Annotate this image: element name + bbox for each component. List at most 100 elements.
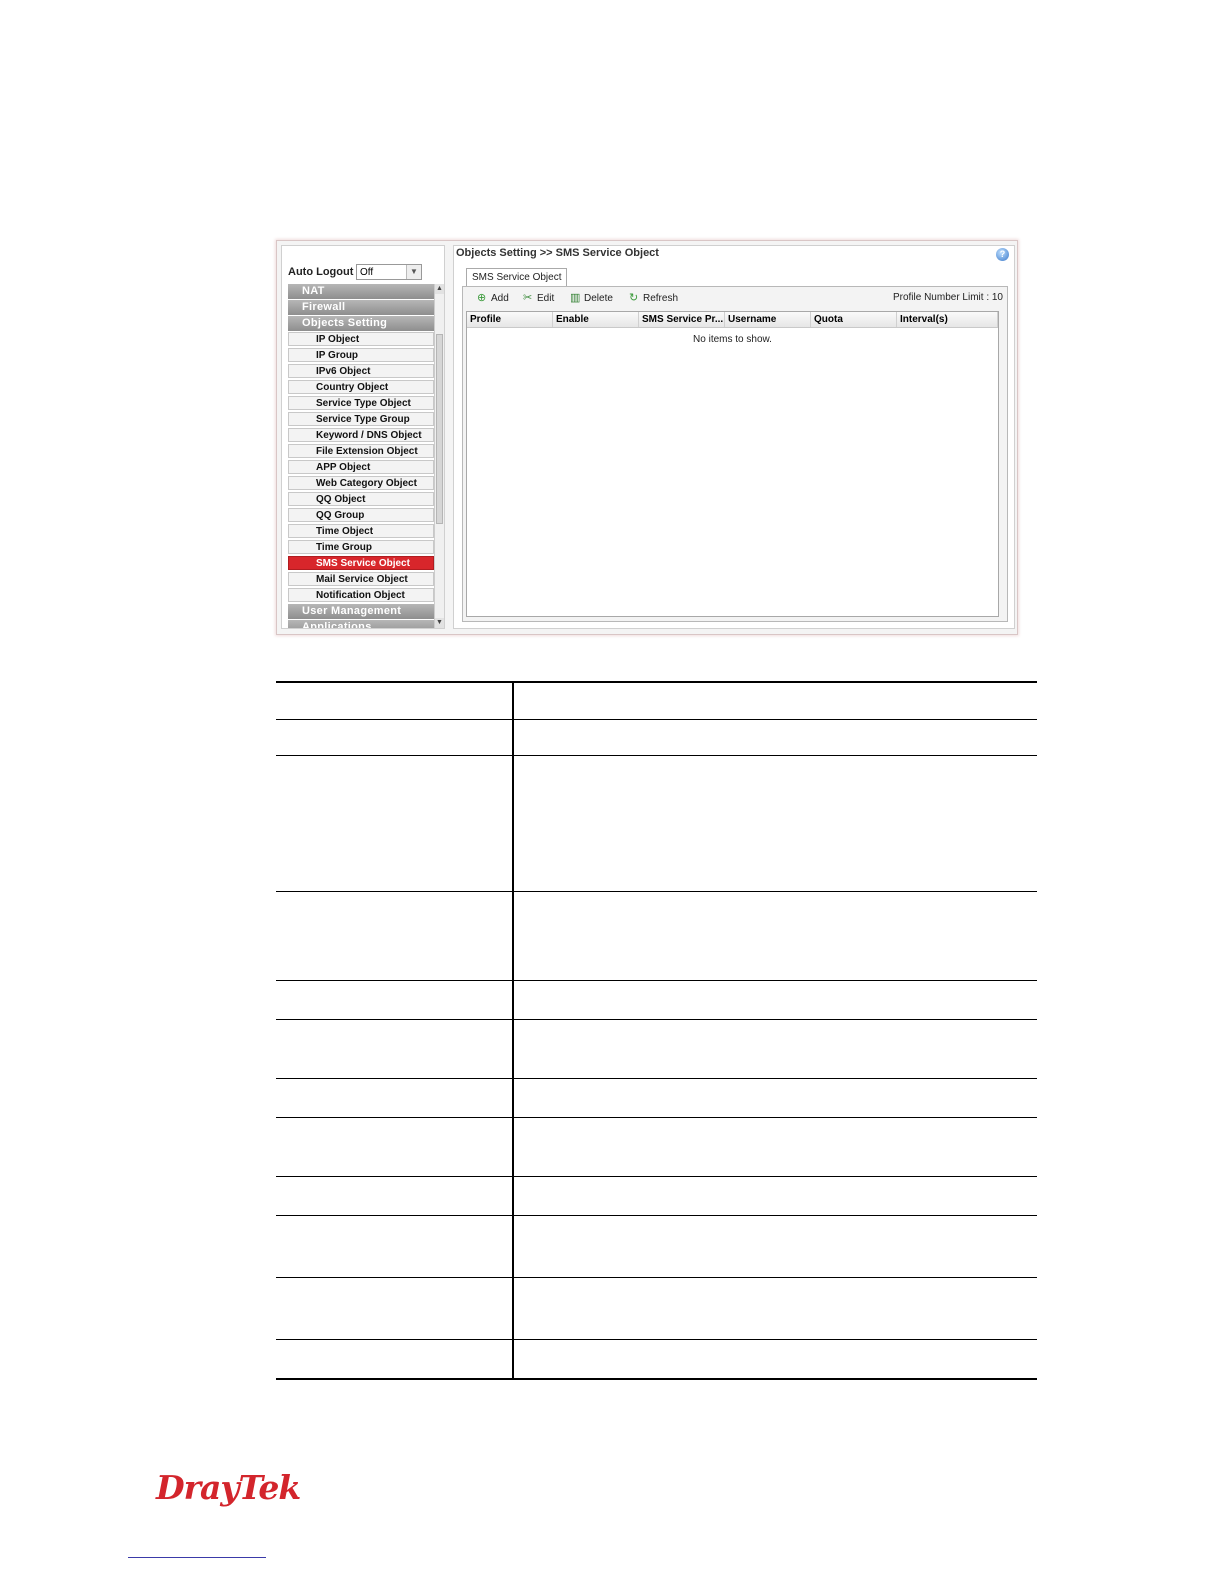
profile-table: Profile Enable SMS Service Pr... Usernam… bbox=[466, 311, 999, 617]
table-cell bbox=[514, 720, 1037, 755]
profile-limit-text: Profile Number Limit : 10 bbox=[892, 292, 1003, 303]
refresh-icon: ↻ bbox=[629, 292, 639, 304]
sidebar-item-file-extension-object[interactable]: File Extension Object bbox=[288, 444, 434, 458]
toolbar: ⊕ Add ✂ Edit ▥ Delete ↻ Refresh Profile … bbox=[463, 287, 1007, 311]
column-header-username[interactable]: Username bbox=[725, 312, 811, 327]
table-header: Profile Enable SMS Service Pr... Usernam… bbox=[467, 312, 998, 328]
table-cell bbox=[514, 1216, 1037, 1277]
sidebar-category-objects-setting[interactable]: Objects Setting bbox=[288, 316, 434, 331]
breadcrumb: Objects Setting >> SMS Service Object bbox=[456, 247, 659, 259]
tab-content: ⊕ Add ✂ Edit ▥ Delete ↻ Refresh Profile … bbox=[462, 286, 1008, 622]
table-row bbox=[276, 1118, 1037, 1177]
table-cell bbox=[276, 720, 514, 755]
sidebar-item-mail-service-object[interactable]: Mail Service Object bbox=[288, 572, 434, 586]
column-header-sms-service-provider[interactable]: SMS Service Pr... bbox=[639, 312, 725, 327]
sidebar-item-ip-group[interactable]: IP Group bbox=[288, 348, 434, 362]
table-cell bbox=[514, 1177, 1037, 1215]
table-cell bbox=[514, 1340, 1037, 1378]
auto-logout-select[interactable]: Off ▼ bbox=[356, 264, 422, 280]
table-row bbox=[276, 756, 1037, 892]
table-row bbox=[276, 1177, 1037, 1216]
table-row bbox=[276, 1340, 1037, 1378]
sidebar-item-ipv6-object[interactable]: IPv6 Object bbox=[288, 364, 434, 378]
refresh-button[interactable]: ↻ Refresh bbox=[629, 292, 679, 305]
sidebar-category-applications[interactable]: Applications bbox=[288, 620, 434, 628]
table-cell bbox=[514, 981, 1037, 1019]
table-cell bbox=[276, 1118, 514, 1176]
table-row bbox=[276, 1216, 1037, 1278]
table-row bbox=[276, 1020, 1037, 1079]
auto-logout-label: Auto Logout : bbox=[288, 266, 361, 278]
sidebar-item-time-group[interactable]: Time Group bbox=[288, 540, 434, 554]
sidebar-item-time-object[interactable]: Time Object bbox=[288, 524, 434, 538]
description-table bbox=[276, 681, 1037, 1380]
sidebar-item-notification-object[interactable]: Notification Object bbox=[288, 588, 434, 602]
tab-sms-service-object[interactable]: SMS Service Object bbox=[466, 268, 568, 287]
sidebar-item-keyword-dns-object[interactable]: Keyword / DNS Object bbox=[288, 428, 434, 442]
footer-link-underline[interactable] bbox=[128, 1557, 266, 1558]
add-icon: ⊕ bbox=[477, 292, 487, 304]
table-cell bbox=[276, 1278, 514, 1339]
help-icon[interactable]: ? bbox=[996, 248, 1009, 261]
table-cell bbox=[276, 1079, 514, 1117]
add-button[interactable]: ⊕ Add bbox=[477, 292, 509, 305]
edit-label: Edit bbox=[537, 293, 555, 304]
edit-icon: ✂ bbox=[523, 292, 533, 304]
table-cell bbox=[514, 756, 1037, 891]
column-header-quota[interactable]: Quota bbox=[811, 312, 897, 327]
sidebar-item-ip-object[interactable]: IP Object bbox=[288, 332, 434, 346]
sidebar-scrollbar[interactable]: ▲ ▼ bbox=[434, 284, 444, 628]
draytek-logo: DrayTek bbox=[156, 1468, 301, 1507]
auto-logout-value: Off bbox=[360, 267, 374, 278]
table-row bbox=[276, 981, 1037, 1020]
main-panel: Objects Setting >> SMS Service Object ? … bbox=[453, 245, 1015, 629]
table-cell bbox=[276, 1216, 514, 1277]
table-cell bbox=[514, 1020, 1037, 1078]
table-row bbox=[276, 720, 1037, 756]
table-cell bbox=[514, 683, 1037, 719]
table-row bbox=[276, 1079, 1037, 1118]
sidebar-item-sms-service-object[interactable]: SMS Service Object bbox=[288, 556, 434, 570]
empty-table-message: No items to show. bbox=[693, 334, 772, 345]
table-cell bbox=[514, 1278, 1037, 1339]
sidebar-item-country-object[interactable]: Country Object bbox=[288, 380, 434, 394]
scrollbar-thumb[interactable] bbox=[436, 334, 443, 524]
table-cell bbox=[276, 892, 514, 980]
table-cell bbox=[514, 892, 1037, 980]
scroll-down-icon[interactable]: ▼ bbox=[435, 618, 444, 628]
sidebar-menu: NAT Firewall Objects Setting IP Object I… bbox=[288, 284, 434, 628]
table-cell bbox=[276, 1340, 514, 1378]
column-header-profile[interactable]: Profile bbox=[467, 312, 553, 327]
delete-icon: ▥ bbox=[570, 292, 581, 304]
table-row bbox=[276, 683, 1037, 720]
delete-button[interactable]: ▥ Delete bbox=[570, 292, 613, 305]
sidebar-item-service-type-group[interactable]: Service Type Group bbox=[288, 412, 434, 426]
refresh-label: Refresh bbox=[643, 293, 679, 304]
table-cell bbox=[276, 981, 514, 1019]
sidebar-item-qq-group[interactable]: QQ Group bbox=[288, 508, 434, 522]
sms-service-object-screenshot: Auto Logout : Off ▼ NAT Firewall Objects… bbox=[276, 240, 1018, 635]
edit-button[interactable]: ✂ Edit bbox=[523, 292, 555, 305]
column-header-interval[interactable]: Interval(s) bbox=[897, 312, 998, 327]
sidebar-category-nat[interactable]: NAT bbox=[288, 284, 434, 299]
scroll-up-icon[interactable]: ▲ bbox=[435, 284, 444, 294]
sidebar-category-firewall[interactable]: Firewall bbox=[288, 300, 434, 315]
table-cell bbox=[514, 1118, 1037, 1176]
chevron-down-icon: ▼ bbox=[406, 265, 421, 279]
table-row bbox=[276, 1278, 1037, 1340]
table-cell bbox=[514, 1079, 1037, 1117]
sidebar: Auto Logout : Off ▼ NAT Firewall Objects… bbox=[281, 245, 445, 629]
add-label: Add bbox=[491, 293, 509, 304]
column-header-enable[interactable]: Enable bbox=[553, 312, 639, 327]
sidebar-item-service-type-object[interactable]: Service Type Object bbox=[288, 396, 434, 410]
sidebar-item-web-category-object[interactable]: Web Category Object bbox=[288, 476, 434, 490]
table-row bbox=[276, 892, 1037, 981]
table-cell bbox=[276, 683, 514, 719]
sidebar-item-qq-object[interactable]: QQ Object bbox=[288, 492, 434, 506]
sidebar-category-user-management[interactable]: User Management bbox=[288, 604, 434, 619]
sidebar-item-app-object[interactable]: APP Object bbox=[288, 460, 434, 474]
table-cell bbox=[276, 1177, 514, 1215]
table-cell bbox=[276, 756, 514, 891]
table-cell bbox=[276, 1020, 514, 1078]
delete-label: Delete bbox=[584, 293, 613, 304]
